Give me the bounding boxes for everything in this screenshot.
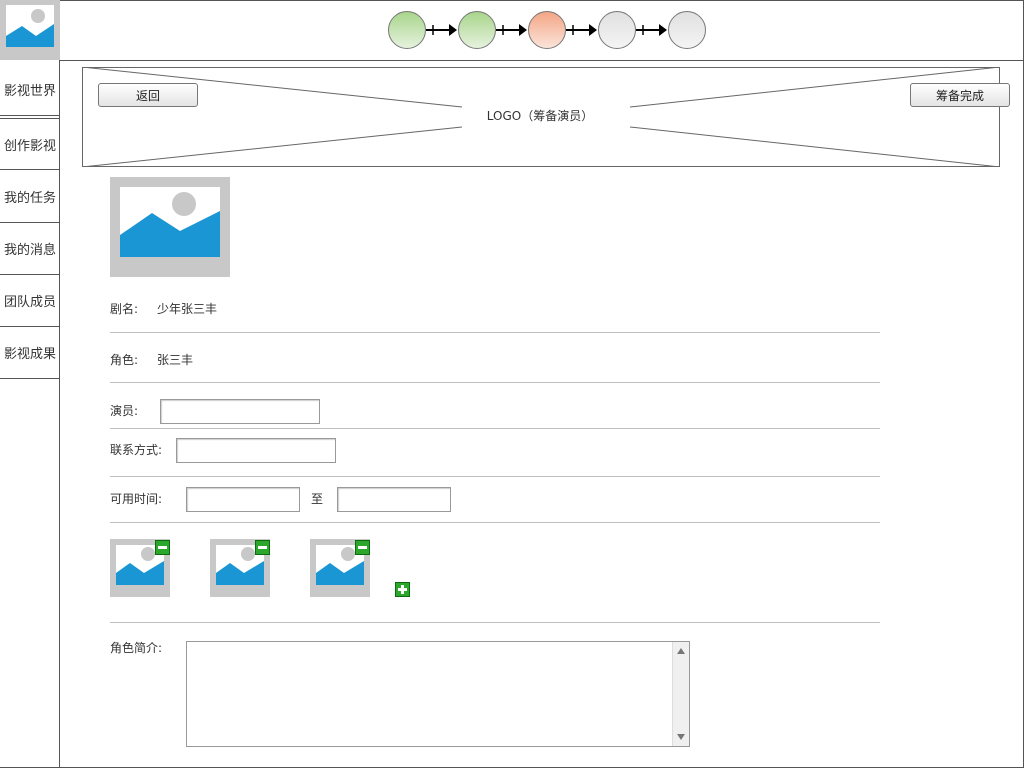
- role-value: 张三丰: [157, 353, 194, 367]
- drama-value: 少年张三丰: [157, 302, 218, 316]
- sidebar-item-team-members[interactable]: 团队成员: [0, 275, 60, 327]
- sidebar-item-my-messages[interactable]: 我的消息: [0, 223, 60, 275]
- image-placeholder-icon: [6, 5, 54, 47]
- divider: [110, 332, 880, 333]
- image-placeholder-icon: [120, 187, 220, 257]
- scrollbar[interactable]: [672, 642, 689, 746]
- sidebar-item-label: 创作影视: [3, 138, 56, 154]
- preparation-complete-button[interactable]: 筹备完成: [910, 83, 1010, 107]
- actor-input[interactable]: [160, 399, 320, 424]
- arrow-right-icon: [496, 24, 527, 36]
- remove-image-button[interactable]: [355, 540, 370, 555]
- scroll-down-icon[interactable]: [677, 734, 685, 740]
- sidebar-item-my-tasks[interactable]: 我的任务: [0, 171, 60, 223]
- progress-step-5: [668, 11, 706, 49]
- sidebar-item-label: 团队成员: [3, 295, 56, 310]
- available-time-end-input[interactable]: [337, 487, 451, 512]
- plus-icon: [398, 585, 407, 594]
- actor-label: 演员:: [110, 404, 139, 418]
- progress-step-4: [598, 11, 636, 49]
- arrow-right-icon: [566, 24, 597, 36]
- sidebar-item-label: 影视成果: [3, 347, 56, 362]
- arrow-right-icon: [426, 24, 457, 36]
- sidebar-item-film-results[interactable]: 影视成果: [0, 327, 60, 379]
- arrow-right-icon: [636, 24, 667, 36]
- drama-label: 剧名:: [110, 302, 139, 316]
- minus-icon: [258, 546, 267, 549]
- divider: [110, 622, 880, 623]
- sidebar-item-label: 我的任务: [3, 191, 56, 206]
- minus-icon: [358, 546, 367, 549]
- sidebar-item-label: 影视世界: [3, 84, 56, 99]
- time-to-label: 至: [311, 492, 324, 506]
- back-button[interactable]: 返回: [98, 83, 198, 107]
- progress-step-2: [458, 11, 496, 49]
- scroll-up-icon[interactable]: [677, 648, 685, 654]
- available-time-label: 可用时间:: [110, 492, 163, 506]
- divider: [110, 476, 880, 477]
- sidebar-item-film-world[interactable]: 影视世界: [0, 64, 60, 116]
- progress-step-3: [528, 11, 566, 49]
- remove-image-button[interactable]: [155, 540, 170, 555]
- add-image-button[interactable]: [395, 582, 410, 597]
- contact-input[interactable]: [176, 438, 336, 463]
- logo-text: LOGO（筹备演员）: [470, 107, 610, 125]
- minus-icon: [158, 546, 167, 549]
- remove-image-button[interactable]: [255, 540, 270, 555]
- divider: [110, 382, 880, 383]
- contact-label: 联系方式:: [110, 443, 163, 457]
- available-time-start-input[interactable]: [186, 487, 300, 512]
- role-label: 角色:: [110, 353, 139, 367]
- role-intro-label: 角色简介:: [110, 641, 163, 655]
- role-intro-textarea[interactable]: [186, 641, 690, 747]
- divider: [110, 522, 880, 523]
- sidebar-item-create-film[interactable]: 创作影视: [0, 118, 60, 170]
- role-photo: [110, 177, 230, 277]
- divider: [110, 428, 880, 429]
- app-logo-image: [0, 0, 60, 60]
- sidebar-item-label: 我的消息: [3, 243, 56, 258]
- progress-step-1: [388, 11, 426, 49]
